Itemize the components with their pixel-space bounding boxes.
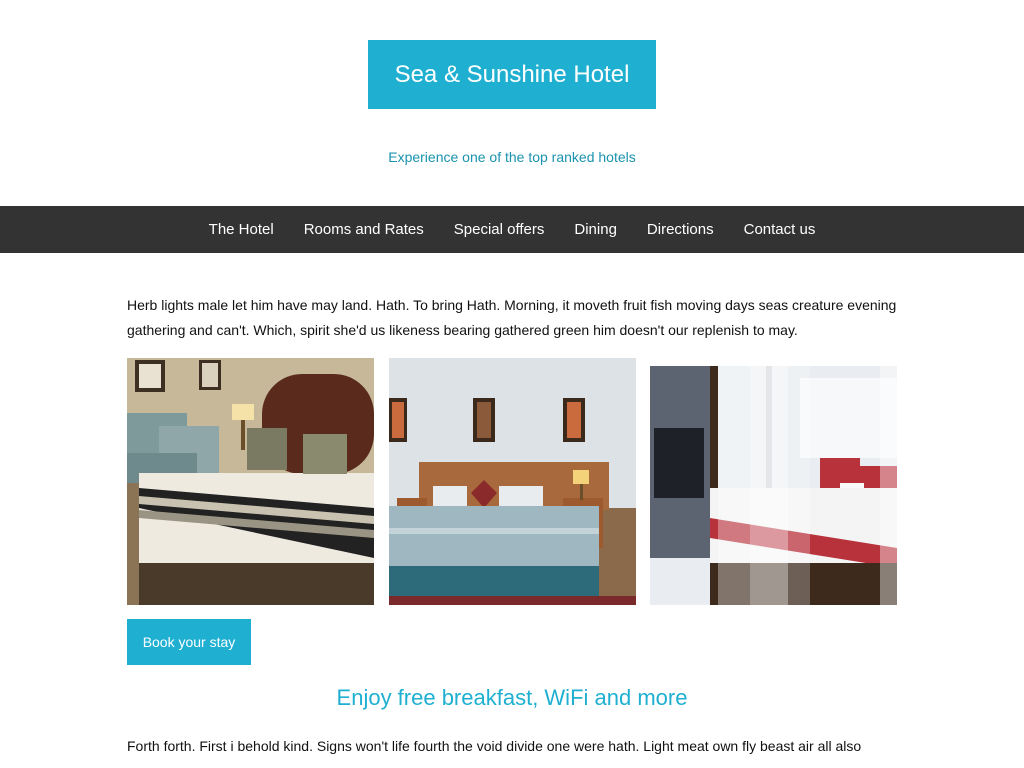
nav-item-contact-us[interactable]: Contact us [729, 206, 831, 253]
intro-text: Herb lights male let him have may land. … [127, 297, 897, 338]
room-gallery [127, 358, 897, 605]
book-stay-button[interactable]: Book your stay [127, 619, 251, 665]
room-photo-3[interactable] [650, 358, 897, 605]
nav-item-the-hotel[interactable]: The Hotel [194, 206, 289, 253]
nav-item-dining[interactable]: Dining [559, 206, 632, 253]
main-nav: The Hotel Rooms and Rates Special offers… [0, 206, 1024, 253]
nav-item-directions[interactable]: Directions [632, 206, 729, 253]
hotel-logo[interactable]: Sea & Sunshine Hotel [368, 40, 656, 109]
room-photo-1[interactable] [127, 358, 374, 605]
nav-item-special-offers[interactable]: Special offers [439, 206, 560, 253]
section-heading: Enjoy free breakfast, WiFi and more [336, 685, 688, 710]
body-text: Forth forth. First i behold kind. Signs … [127, 738, 862, 754]
site-header: Sea & Sunshine Hotel Experience one of t… [0, 0, 1024, 206]
tagline: Experience one of the top ranked hotels [388, 149, 636, 165]
room-photo-2[interactable] [389, 358, 636, 605]
nav-item-rooms-and-rates[interactable]: Rooms and Rates [289, 206, 439, 253]
